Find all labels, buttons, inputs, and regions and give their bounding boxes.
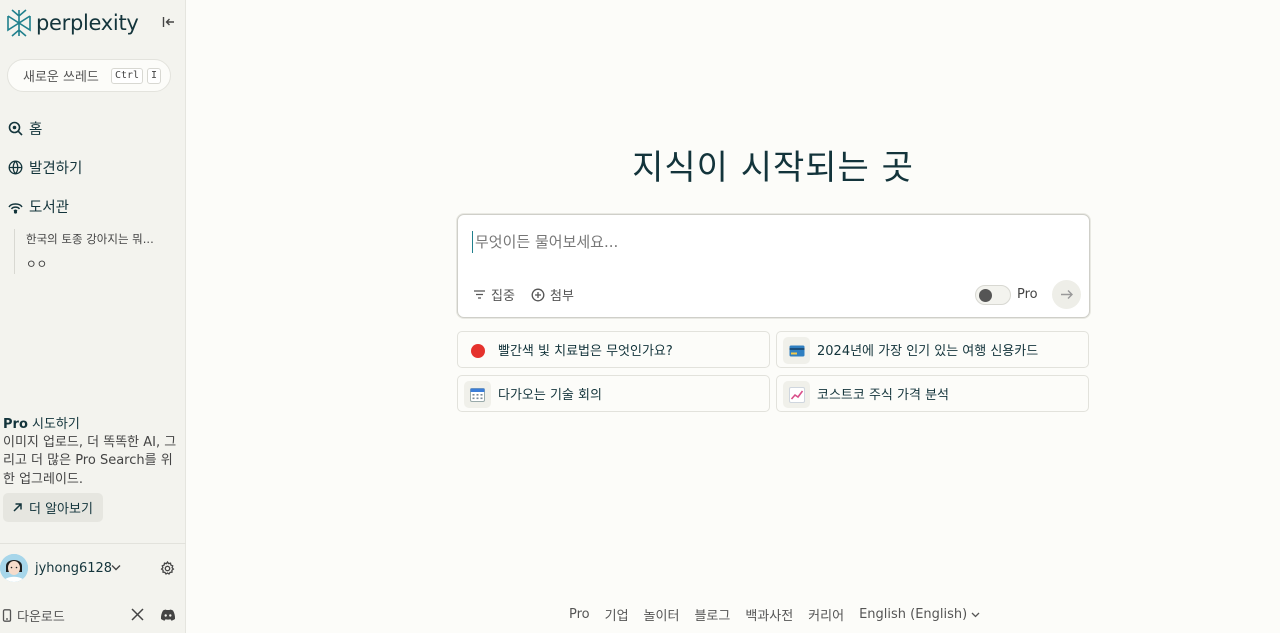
credit-card-icon	[783, 337, 810, 364]
focus-label: 집중	[491, 289, 515, 304]
suggestion-label: 빨간색 빛 치료법은 무엇인가요?	[498, 344, 673, 359]
search-box: 집중 첨부 Pro	[457, 214, 1090, 318]
pro-promo-body: 이미지 업로드, 더 똑똑한 AI, 그리고 더 많은 Pro Search를 …	[3, 435, 177, 487]
x-twitter-icon[interactable]	[131, 608, 144, 621]
library-thread-item[interactable]: ㅇㅇ	[26, 256, 47, 272]
shortcut-i-key: I	[147, 68, 162, 84]
footer: Pro 기업 놀이터 블로그 백과사전 커리어 English (English…	[569, 605, 980, 624]
username: jyhong6128	[35, 561, 113, 576]
page-title: 지식이 시작되는 곳	[632, 148, 914, 188]
library-thread-item[interactable]: 한국의 토종 강아지는 뭐...	[26, 231, 154, 247]
collapse-sidebar-button[interactable]	[158, 12, 178, 32]
calendar-icon	[464, 381, 491, 408]
perplexity-logo-icon	[7, 9, 31, 37]
sidebar: perplexity 새로운 쓰레드 Ctrl I 홈 발견하기 도서관 한국의…	[0, 0, 186, 633]
sidebar-divider	[0, 543, 186, 544]
pro-toggle[interactable]	[975, 285, 1011, 305]
new-thread-label: 새로운 쓰레드	[23, 70, 99, 85]
collapse-icon	[162, 17, 174, 27]
suggestion-label: 다가오는 기술 회의	[498, 388, 602, 403]
suggestion-card[interactable]: 2024년에 가장 인기 있는 여행 신용카드	[776, 331, 1089, 368]
footer-link-pro[interactable]: Pro	[569, 607, 590, 622]
chevron-down-icon	[971, 612, 980, 617]
footer-link-enterprise[interactable]: 기업	[605, 605, 629, 624]
avatar	[0, 554, 28, 582]
download-label: 다운로드	[17, 610, 65, 625]
pro-title-rest: 시도하기	[27, 417, 80, 432]
chart-increasing-icon	[783, 381, 810, 408]
pro-word: Pro	[3, 417, 28, 432]
suggestion-label: 2024년에 가장 인기 있는 여행 신용카드	[817, 344, 1039, 359]
user-menu[interactable]: jyhong6128	[0, 552, 186, 586]
attach-label: 첨부	[550, 289, 574, 304]
learn-more-button[interactable]: 더 알아보기	[3, 493, 103, 522]
arrow-up-right-icon	[13, 503, 22, 512]
shortcut-ctrl-key: Ctrl	[111, 68, 144, 84]
suggestion-card[interactable]: 다가오는 기술 회의	[457, 375, 770, 412]
library-icon	[8, 203, 23, 214]
arrow-right-icon	[1061, 290, 1073, 299]
mobile-phone-icon	[2, 609, 12, 622]
pro-promo-title: Pro 시도하기	[3, 416, 178, 434]
search-input[interactable]	[472, 231, 1072, 253]
logo[interactable]: perplexity	[6, 8, 139, 38]
sidebar-item-discover-label: 발견하기	[29, 161, 83, 177]
sidebar-item-library[interactable]: 도서관	[8, 196, 69, 217]
download-button[interactable]: 다운로드	[2, 606, 65, 625]
gear-icon[interactable]	[160, 561, 175, 576]
footer-link-playground[interactable]: 놀이터	[644, 605, 680, 624]
filter-icon	[474, 290, 485, 299]
focus-button[interactable]: 집중	[473, 285, 515, 304]
pro-toggle-knob	[979, 289, 992, 302]
footer-link-careers[interactable]: 커리어	[808, 605, 844, 624]
language-label: English (English)	[859, 607, 968, 622]
sidebar-item-home-label: 홈	[29, 122, 43, 138]
learn-more-label: 더 알아보기	[29, 502, 93, 517]
sidebar-item-home[interactable]: 홈	[8, 118, 42, 139]
language-selector[interactable]: English (English)	[859, 607, 980, 622]
red-circle-icon	[464, 337, 491, 364]
pro-promo: Pro 시도하기 이미지 업로드, 더 똑똑한 AI, 그리고 더 많은 Pro…	[3, 416, 178, 489]
suggestion-label: 코스트코 주식 가격 분석	[817, 388, 949, 403]
sidebar-item-library-label: 도서관	[29, 200, 70, 216]
plus-circle-icon	[531, 288, 545, 301]
suggestion-card[interactable]: 코스트코 주식 가격 분석	[776, 375, 1089, 412]
new-thread-button[interactable]: 새로운 쓰레드 Ctrl I	[7, 59, 171, 92]
globe-icon	[8, 160, 23, 175]
footer-link-blog[interactable]: 블로그	[694, 605, 730, 624]
footer-link-encyclopedia[interactable]: 백과사전	[745, 605, 793, 624]
library-divider	[14, 229, 15, 274]
discord-icon[interactable]	[160, 609, 176, 621]
chevron-down-icon	[111, 565, 121, 571]
search-icon	[8, 121, 23, 136]
pro-toggle-label: Pro	[1017, 287, 1038, 302]
sidebar-item-discover[interactable]: 발견하기	[8, 157, 82, 178]
submit-button[interactable]	[1052, 280, 1081, 309]
attach-button[interactable]: 첨부	[531, 285, 574, 304]
logo-text: perplexity	[36, 11, 139, 35]
suggestion-card[interactable]: 빨간색 빛 치료법은 무엇인가요?	[457, 331, 770, 368]
